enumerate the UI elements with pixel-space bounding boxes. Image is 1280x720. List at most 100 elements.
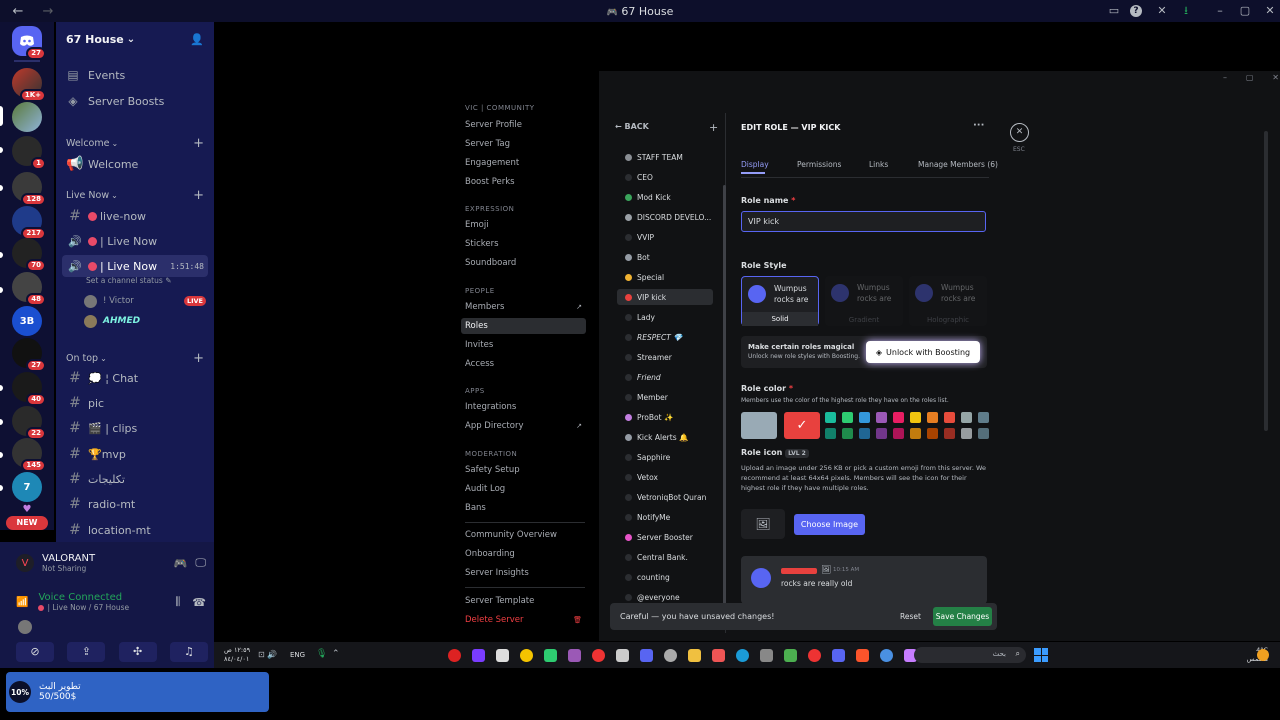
role-item[interactable]: counting — [617, 569, 713, 585]
role-list-scrollbar[interactable] — [723, 185, 726, 605]
add-member-icon[interactable]: 👤 — [190, 33, 204, 46]
taskbar-app-icon[interactable] — [664, 649, 677, 662]
language-indicator[interactable]: ENG — [290, 651, 305, 659]
category-welcome[interactable]: Welcome ⌄ + — [66, 136, 204, 151]
role-item[interactable]: Mod Kick — [617, 189, 713, 205]
taskbar-clock[interactable]: ١٢:٥٩ ص ٨٤/٠٤/٠١ — [224, 646, 250, 664]
choose-image-button[interactable]: Choose Image — [794, 514, 865, 535]
nav-roles[interactable]: Roles — [461, 318, 586, 334]
color-swatch[interactable] — [978, 428, 989, 439]
role-item[interactable]: Sapphire — [617, 449, 713, 465]
color-swatch[interactable] — [859, 412, 870, 423]
category-on-top[interactable]: On top ⌄ + — [66, 351, 204, 366]
roles-back-button[interactable]: ← BACK — [615, 122, 649, 131]
back-arrow-icon[interactable]: ← — [8, 4, 28, 19]
fundraiser-widget[interactable]: 10% تطوير البث 50/500$ — [6, 672, 269, 712]
role-item[interactable]: Friend — [617, 369, 713, 385]
guild-icon[interactable]: 1K+ — [12, 68, 46, 102]
role-item[interactable]: VetroniqBot Quran — [617, 489, 713, 505]
color-swatch[interactable] — [825, 428, 836, 439]
taskbar-app-icon[interactable] — [712, 649, 725, 662]
nav-delete-server[interactable]: Delete Server 🗑 — [461, 612, 586, 628]
color-swatch[interactable] — [893, 428, 904, 439]
tab-manage-members[interactable]: Manage Members (6) — [918, 160, 998, 169]
unlock-boosting-button[interactable]: ◈ Unlock with Boosting — [866, 341, 980, 363]
voice-channel-live-now-active[interactable]: 🔊 | Live Now 1:51:48 — [62, 255, 208, 277]
color-swatch[interactable] — [859, 428, 870, 439]
guild-icon[interactable]: 40 — [12, 372, 46, 406]
server-boosts-item[interactable]: ◈ Server Boosts — [64, 90, 208, 112]
taskbar-app-icon[interactable] — [760, 649, 773, 662]
start-windows-icon[interactable] — [1034, 648, 1048, 662]
new-badge[interactable]: NEW — [6, 516, 48, 530]
color-swatch[interactable] — [944, 412, 955, 423]
color-swatch[interactable] — [876, 428, 887, 439]
download-icon[interactable]: ⭳ — [1178, 3, 1194, 19]
role-item[interactable]: STAFF TEAM — [617, 149, 713, 165]
more-options-icon[interactable]: ··· — [973, 120, 984, 131]
taskbar-app-icon[interactable] — [496, 649, 509, 662]
add-channel-icon[interactable]: + — [193, 136, 204, 151]
nav-audit-log[interactable]: Audit Log — [461, 481, 586, 497]
add-channel-icon[interactable]: + — [193, 188, 204, 203]
channel-status[interactable]: Set a channel status ✎ — [86, 276, 171, 285]
channel-pic[interactable]: # pic — [62, 392, 208, 414]
guild-icon[interactable]: 48 — [12, 272, 46, 306]
role-item[interactable]: Kick Alerts 🔔 — [617, 429, 713, 445]
taskbar-app-icon[interactable] — [832, 649, 845, 662]
maximize-icon[interactable]: ▢ — [1237, 3, 1253, 19]
role-item[interactable]: DISCORD DEVELO... — [617, 209, 713, 225]
color-swatch[interactable] — [961, 412, 972, 423]
taskbar-app-icon[interactable] — [616, 649, 629, 662]
share-screen-icon[interactable]: ⇪ — [67, 642, 106, 662]
close-settings-button[interactable]: ✕ — [1010, 123, 1029, 142]
channel-chat[interactable]: # 💭 ¦ Chat — [62, 367, 208, 389]
add-channel-icon[interactable]: + — [193, 351, 204, 366]
nav-access[interactable]: Access — [461, 356, 586, 372]
role-item[interactable]: Streamer — [617, 349, 713, 365]
nav-server-insights[interactable]: Server Insights — [461, 565, 586, 581]
role-item[interactable]: Special — [617, 269, 713, 285]
role-item[interactable]: Central Bank. — [617, 549, 713, 565]
guild-icon[interactable]: 128 — [12, 172, 46, 206]
taskbar-app-icon[interactable] — [856, 649, 869, 662]
tab-display[interactable]: Display — [741, 160, 769, 169]
maximize-icon[interactable]: ▢ — [1246, 73, 1254, 87]
role-name-input[interactable] — [741, 211, 986, 232]
style-option-gradient[interactable]: Wumpus rocks are Gradient — [825, 276, 903, 326]
channel-clips[interactable]: # 🎬 | clips — [62, 417, 208, 439]
channel-location-mt[interactable]: # location-mt — [62, 519, 208, 541]
screen-share-icon[interactable]: 🖵 — [195, 556, 206, 570]
guild-icon[interactable]: 1 — [12, 136, 46, 170]
role-item[interactable]: Vetox — [617, 469, 713, 485]
help-icon[interactable]: ? — [1130, 5, 1142, 17]
nav-engagement[interactable]: Engagement — [461, 155, 586, 171]
color-swatch[interactable] — [893, 412, 904, 423]
nav-soundboard[interactable]: Soundboard — [461, 255, 586, 271]
guild-icon-67-house[interactable] — [12, 102, 42, 132]
voice-member-victor[interactable]: ! Victor LIVE — [84, 294, 206, 308]
color-swatch[interactable] — [927, 428, 938, 439]
role-item[interactable]: RESPECT 💎 — [617, 329, 713, 345]
chevron-up-icon[interactable]: ⌃ — [332, 649, 340, 659]
color-swatch[interactable] — [825, 412, 836, 423]
nav-stickers[interactable]: Stickers — [461, 236, 586, 252]
nav-emoji[interactable]: Emoji — [461, 217, 586, 233]
guild-icon[interactable]: 27 — [12, 338, 46, 372]
channel-live-now[interactable]: # live-now — [62, 205, 208, 227]
color-swatch[interactable] — [910, 428, 921, 439]
save-changes-button[interactable]: Save Changes — [933, 607, 992, 626]
server-header[interactable]: 67 House ⌄ 👤 — [56, 22, 214, 56]
gamepad-icon[interactable]: 🎮 — [174, 557, 188, 570]
forward-arrow-icon[interactable]: → — [38, 4, 58, 19]
style-option-solid[interactable]: Wumpus rocks are Solid — [741, 276, 819, 326]
camera-off-icon[interactable]: ⊘ — [16, 642, 54, 662]
category-live-now[interactable]: Live Now ⌄ + — [66, 188, 204, 203]
voice-member-ahmed[interactable]: AHMED — [84, 314, 206, 328]
nav-boost-perks[interactable]: Boost Perks — [461, 174, 586, 190]
color-swatch[interactable] — [876, 412, 887, 423]
role-item[interactable]: Lady — [617, 309, 713, 325]
taskbar-app-icon[interactable] — [640, 649, 653, 662]
taskbar-app-icon[interactable] — [448, 649, 461, 662]
role-item[interactable]: VIP kick — [617, 289, 713, 305]
